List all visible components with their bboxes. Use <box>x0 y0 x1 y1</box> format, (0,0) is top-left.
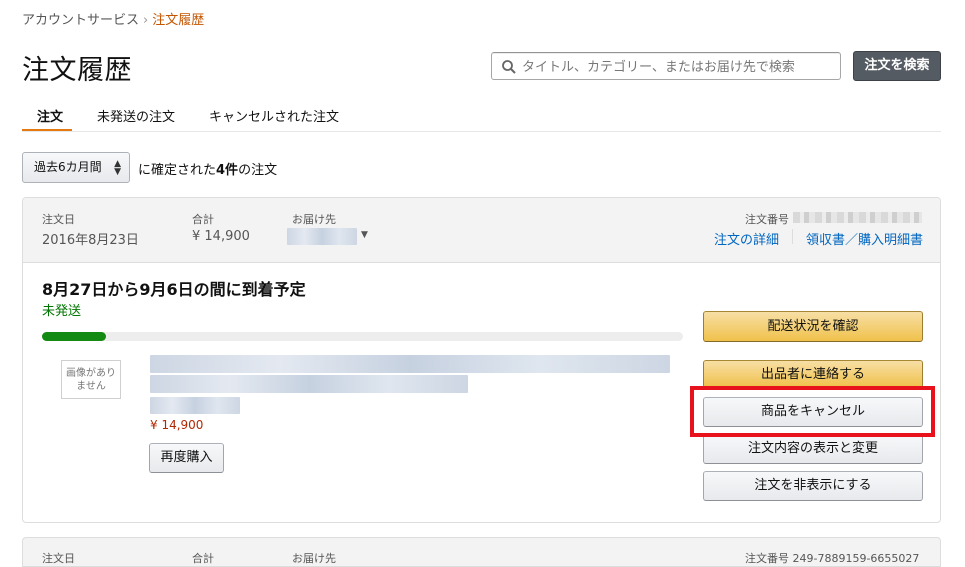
next-order-total-label: 合計 <box>192 552 214 565</box>
next-ship-to-label: お届け先 <box>292 552 336 565</box>
order-count: 4件 <box>216 163 239 178</box>
ship-to-name-redacted[interactable] <box>287 228 357 245</box>
tab-orders[interactable]: 注文 <box>37 106 63 125</box>
search-orders-button[interactable]: 注文を検索 <box>853 51 941 81</box>
tab-cancelled[interactable]: キャンセルされた注文 <box>209 106 339 125</box>
hide-order-button[interactable]: 注文を非表示にする <box>703 471 923 501</box>
order-total: ¥ 14,900 <box>192 229 250 244</box>
link-divider <box>792 229 793 244</box>
order-details-link[interactable]: 注文の詳細 <box>714 229 779 248</box>
page-title: 注文履歴 <box>22 55 132 86</box>
order-count-text: に確定された4件の注文 <box>138 159 277 178</box>
search-input[interactable] <box>520 56 834 78</box>
shipping-status: 未発送 <box>42 304 82 319</box>
order-date-label: 注文日 <box>42 213 75 226</box>
contact-seller-button[interactable]: 出品者に連絡する <box>703 360 923 388</box>
chevron-down-icon[interactable]: ▼ <box>361 230 368 240</box>
tab-unshipped[interactable]: 未発送の注文 <box>97 106 175 125</box>
select-arrows-icon: ▲ ▼ <box>114 159 121 177</box>
view-change-order-button[interactable]: 注文内容の表示と変更 <box>703 434 923 464</box>
order-card-header <box>23 198 940 263</box>
arrival-estimate: 8月27日から9月6日の間に到着予定 <box>42 280 306 299</box>
filter-suffix: の注文 <box>238 163 278 178</box>
breadcrumb-current: 注文履歴 <box>152 13 205 28</box>
search-icon <box>502 60 516 74</box>
breadcrumb: アカウントサービス › 注文履歴 <box>22 9 204 28</box>
order-date: 2016年8月23日 <box>42 233 139 248</box>
shipment-progress-bar <box>42 332 683 341</box>
order-number-redacted <box>793 212 922 223</box>
product-title-redacted[interactable] <box>150 355 670 417</box>
search-box <box>491 52 841 80</box>
no-image-placeholder[interactable]: 画像がありません <box>61 360 121 399</box>
cancel-highlight-box <box>690 386 935 437</box>
item-price: ¥ 14,900 <box>150 418 204 432</box>
filter-prefix: に確定された <box>138 163 217 178</box>
order-number-label: 注文番号 <box>745 213 789 226</box>
breadcrumb-account-link[interactable]: アカウントサービス <box>22 13 139 28</box>
track-package-button[interactable]: 配送状況を確認 <box>703 311 923 342</box>
time-period-value: 過去6カ月間 <box>34 160 102 174</box>
shipment-progress-fill <box>42 332 107 341</box>
next-order-date-label: 注文日 <box>42 552 75 565</box>
order-total-label: 合計 <box>192 213 214 226</box>
next-order-number: 注文番号 249-7889159-6655027 <box>745 552 920 565</box>
buy-again-button[interactable]: 再度購入 <box>149 443 224 473</box>
breadcrumb-separator: › <box>143 13 149 28</box>
time-period-select[interactable]: 過去6カ月間 ▲ ▼ <box>22 152 130 183</box>
receipt-link[interactable]: 領収書／購入明細書 <box>806 229 923 248</box>
ship-to-label: お届け先 <box>292 213 336 226</box>
tabs-divider <box>22 131 941 132</box>
